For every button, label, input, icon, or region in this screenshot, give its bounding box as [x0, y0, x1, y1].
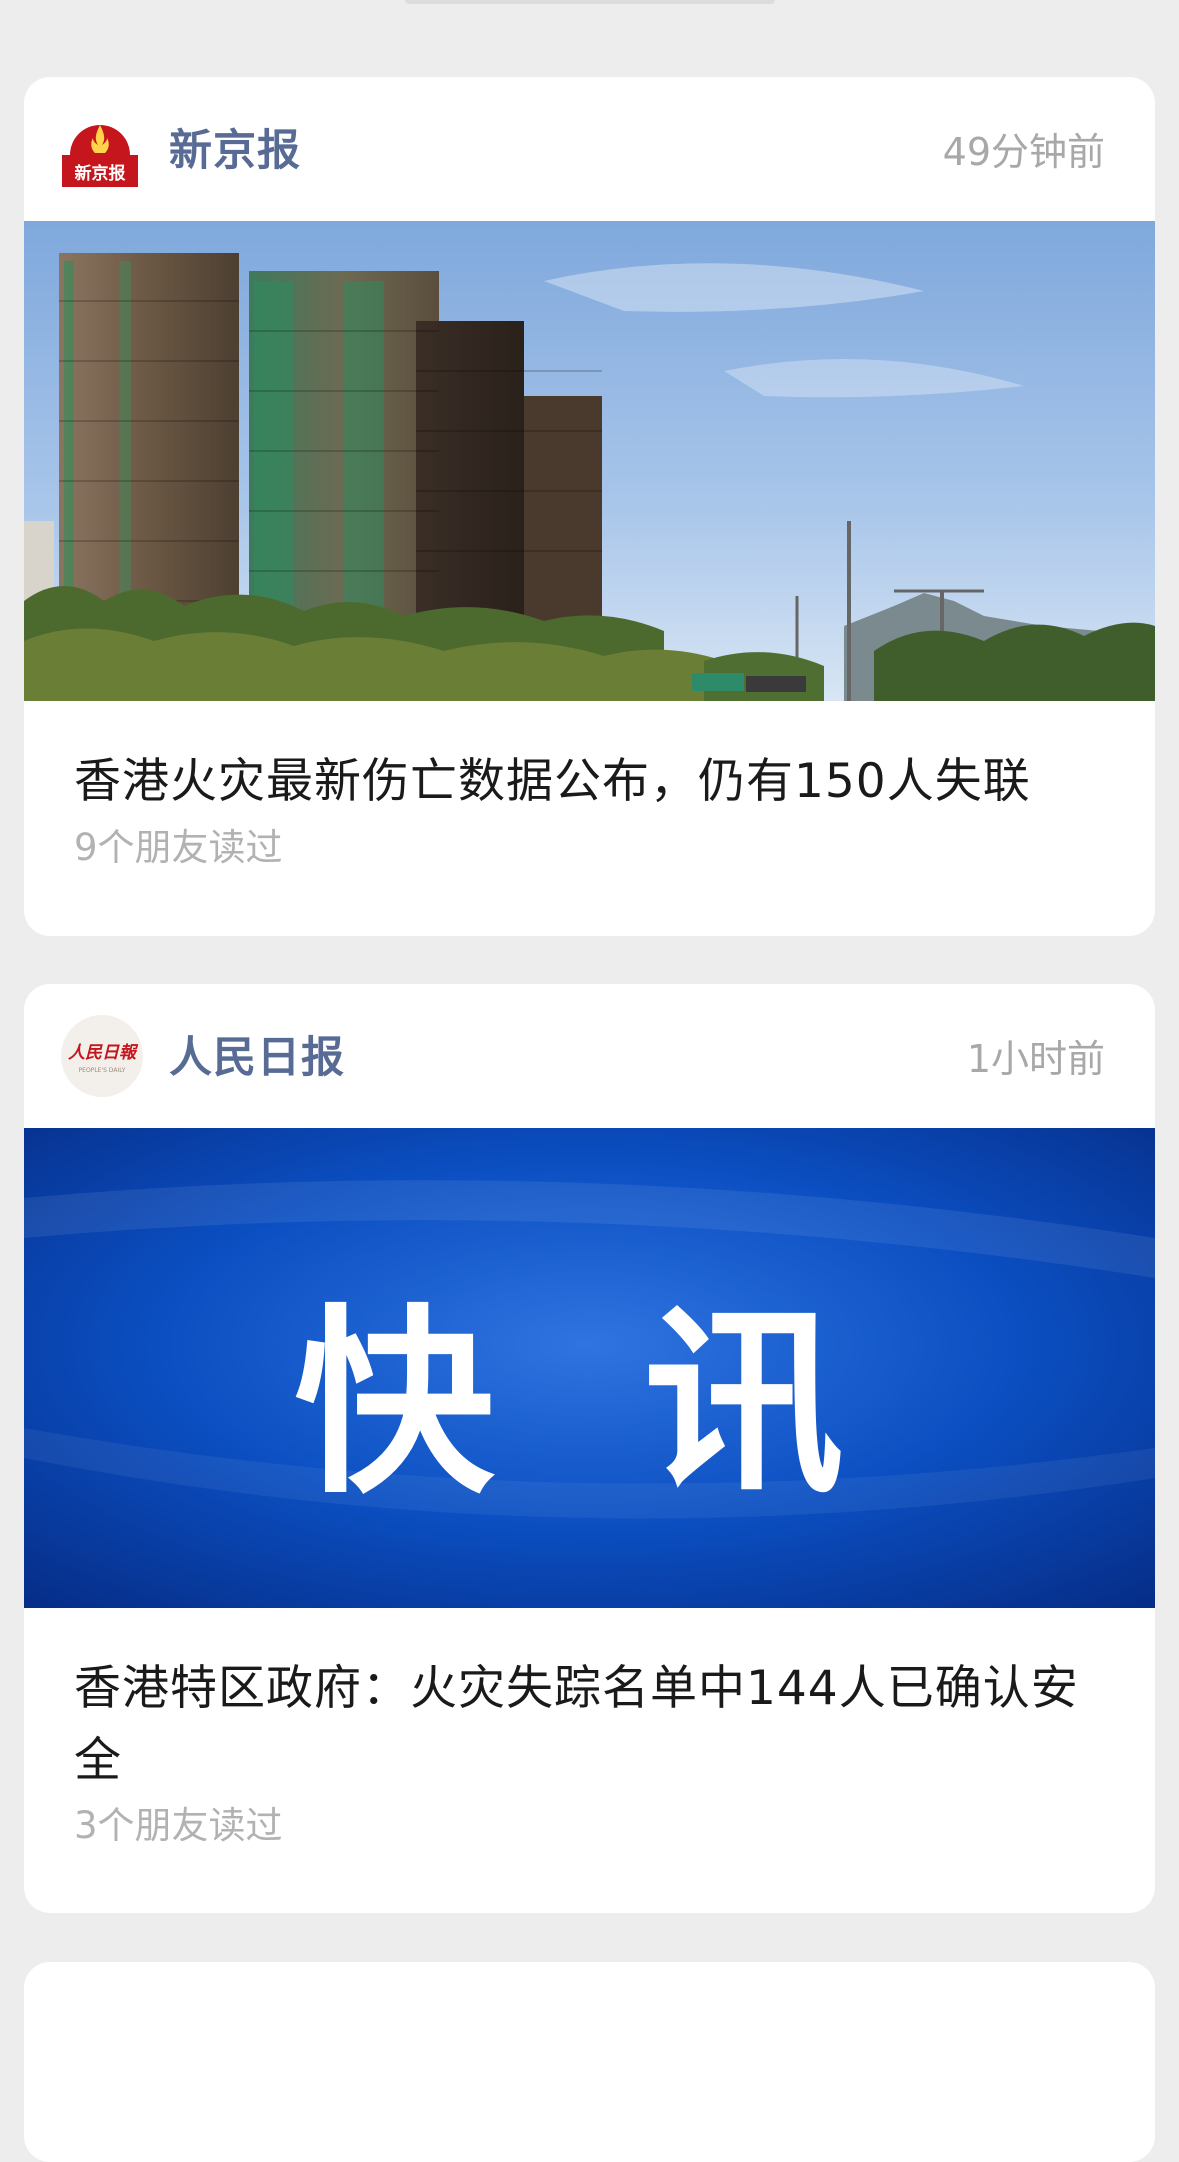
card-header: 新京报 新京报 49分钟前: [24, 77, 1155, 221]
source-name[interactable]: 人民日报: [169, 1028, 345, 1088]
burned-buildings-photo: [24, 221, 1155, 701]
source-name[interactable]: 新京报: [169, 121, 301, 181]
flash-news-banner: 快 讯: [24, 1128, 1155, 1608]
article-cover-image[interactable]: [24, 221, 1155, 701]
peoples-daily-logo-subtext: PEOPLE'S DAILY: [79, 1067, 126, 1074]
article-card-2[interactable]: 人民日報 PEOPLE'S DAILY 人民日报 1小时前 快 讯 香港特区政府…: [24, 984, 1155, 1913]
article-card-3[interactable]: [24, 1962, 1155, 2162]
top-drag-handle: [405, 0, 775, 4]
article-title[interactable]: 香港特区政府：火灾失踪名单中144人已确认安全: [74, 1653, 1095, 1797]
friends-read-count: 9个朋友读过: [74, 826, 283, 869]
xinjingbao-logo-icon[interactable]: 新京报: [60, 111, 140, 191]
xinjingbao-logo-text: 新京报: [75, 163, 126, 184]
peoples-daily-logo-text: 人民日報: [68, 1043, 139, 1063]
article-title[interactable]: 香港火灾最新伤亡数据公布，仍有150人失联: [74, 746, 1095, 818]
friends-read-count: 3个朋友读过: [74, 1804, 283, 1847]
article-cover-image[interactable]: 快 讯: [24, 1128, 1155, 1608]
card-header: 人民日報 PEOPLE'S DAILY 人民日报 1小时前: [24, 984, 1155, 1128]
publish-time: 49分钟前: [942, 130, 1105, 174]
article-card-1[interactable]: 新京报 新京报 49分钟前 香港火灾最新伤亡数据公布，仍有150人失联 9个朋友…: [24, 77, 1155, 936]
peoples-daily-logo-icon[interactable]: 人民日報 PEOPLE'S DAILY: [60, 1014, 144, 1098]
flash-news-text: 快 讯: [294, 1286, 884, 1521]
publish-time: 1小时前: [966, 1037, 1105, 1081]
